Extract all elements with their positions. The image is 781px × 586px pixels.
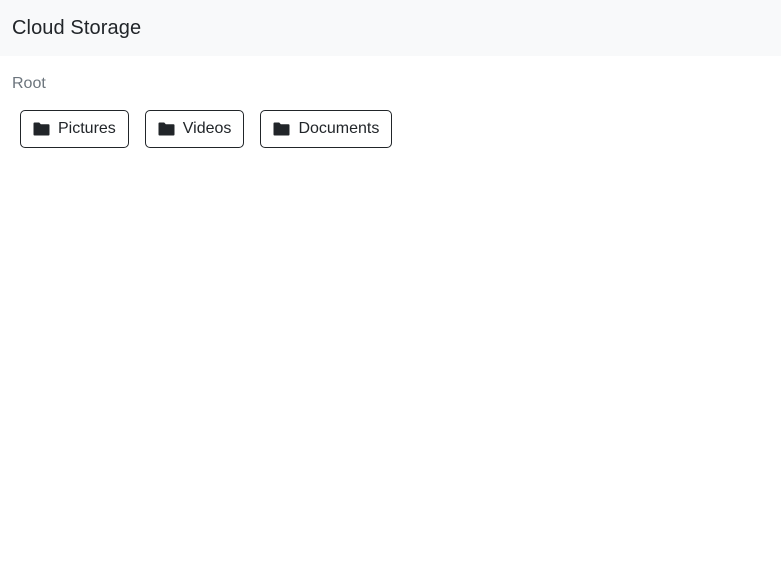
folder-icon — [33, 122, 50, 136]
folder-label: Documents — [298, 120, 380, 137]
navbar: Cloud Storage — [0, 0, 781, 56]
folder-list: Pictures Videos Documents — [20, 110, 781, 148]
folder-button-videos[interactable]: Videos — [144, 110, 245, 148]
app-root: Cloud Storage Root Pictures Videos Docum… — [0, 0, 781, 586]
main-content: Root Pictures Videos Documents — [0, 56, 781, 148]
breadcrumb[interactable]: Root — [12, 76, 781, 92]
folder-label: Videos — [182, 120, 232, 137]
folder-button-pictures[interactable]: Pictures — [20, 110, 129, 148]
folder-label: Pictures — [58, 120, 116, 137]
folder-icon — [273, 122, 290, 136]
app-title[interactable]: Cloud Storage — [12, 18, 141, 38]
folder-button-documents[interactable]: Documents — [260, 110, 393, 148]
folder-icon — [158, 122, 175, 136]
